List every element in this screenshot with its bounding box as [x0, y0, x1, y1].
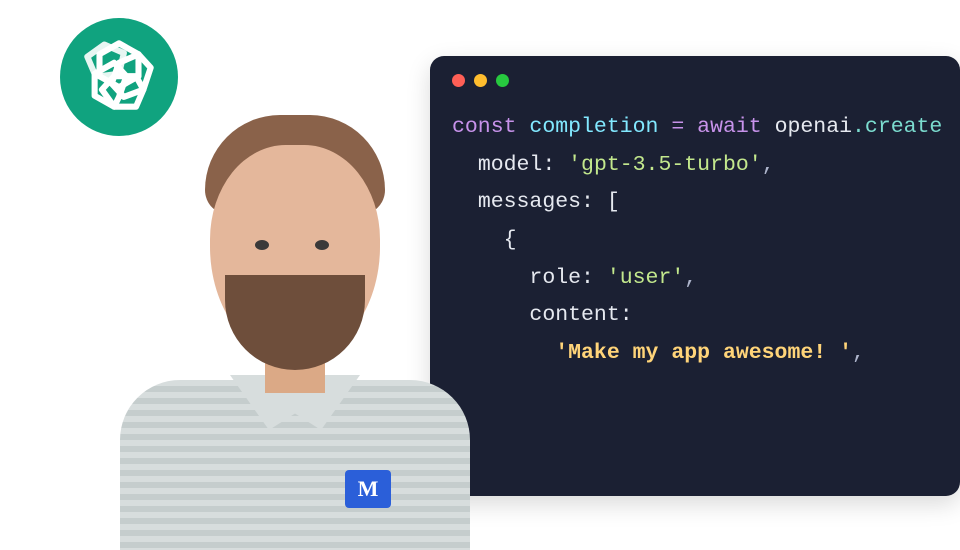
method-create: create	[865, 115, 942, 139]
colon: :	[542, 153, 555, 177]
string-role-value: 'user'	[607, 266, 684, 290]
keyword-await: await	[697, 115, 762, 139]
colon: :	[581, 266, 594, 290]
colon: :	[620, 303, 633, 327]
dot-operator: .	[852, 115, 865, 139]
window-traffic-lights	[452, 74, 938, 87]
prop-role: role	[529, 266, 581, 290]
shirt-logo-badge: M	[345, 470, 391, 508]
string-model-value: 'gpt-3.5-turbo'	[568, 153, 762, 177]
minimize-icon[interactable]	[474, 74, 487, 87]
prop-messages: messages	[478, 190, 581, 214]
prop-model: model	[478, 153, 543, 177]
prop-content: content	[529, 303, 619, 327]
comma: ,	[852, 341, 865, 365]
comma: ,	[684, 266, 697, 290]
comma: ,	[762, 153, 775, 177]
identifier-completion: completion	[529, 115, 658, 139]
bracket-open: [	[607, 190, 620, 214]
identifier-openai: openai	[775, 115, 852, 139]
keyword-const: const	[452, 115, 517, 139]
brace-open: {	[504, 228, 517, 252]
openai-logo	[60, 18, 178, 136]
presenter-photo: M	[110, 90, 480, 540]
string-content-value: 'Make my app awesome! '	[555, 341, 852, 365]
openai-knot-icon	[80, 36, 158, 119]
close-icon[interactable]	[452, 74, 465, 87]
operator-equals: =	[671, 115, 684, 139]
zoom-icon[interactable]	[496, 74, 509, 87]
code-snippet: const completion = await openai.create m…	[452, 109, 938, 372]
colon: :	[581, 190, 594, 214]
code-editor-window: const completion = await openai.create m…	[430, 56, 960, 496]
